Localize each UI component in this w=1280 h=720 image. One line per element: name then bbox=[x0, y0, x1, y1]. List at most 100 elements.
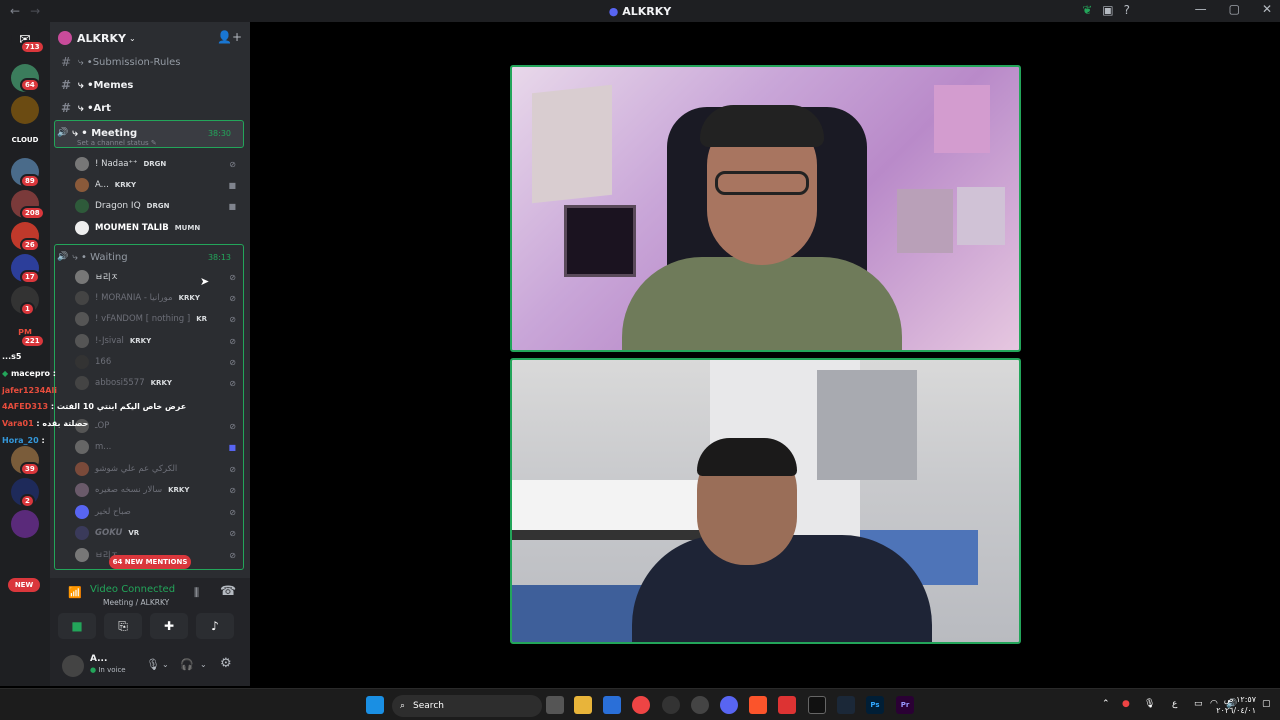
avatar bbox=[75, 462, 89, 476]
tray-app-icon[interactable]: ● bbox=[1122, 699, 1130, 709]
channel-name: Memes bbox=[93, 79, 134, 91]
premiere-icon[interactable]: Pr bbox=[896, 696, 914, 714]
language-indicator[interactable]: ع bbox=[1172, 699, 1177, 709]
taskbar-search[interactable]: ⌕ Search bbox=[392, 695, 542, 717]
server-avatar bbox=[58, 31, 72, 45]
soundboard-button[interactable]: ♪ bbox=[196, 613, 234, 639]
microphone-icon[interactable]: 🎙 bbox=[146, 658, 160, 671]
title-bar: ← → ● ALKRKY ❦ ▣ ? — ▢ ✕ bbox=[0, 0, 1280, 22]
channel-item[interactable]: # ⤷ • Art bbox=[54, 98, 244, 118]
camera-button[interactable]: ■ bbox=[58, 613, 96, 639]
server-badge: 26 bbox=[20, 238, 40, 252]
chat-line: 4AFED313 : عرض خاص اليكم ابنتي 10 الفتت bbox=[2, 402, 187, 411]
voice-user[interactable]: ㅂ리ㅈ ⊘ bbox=[75, 267, 240, 287]
chevron-down-icon[interactable]: ⌄ bbox=[200, 660, 207, 669]
chevron-down-icon[interactable]: ⌄ bbox=[162, 660, 169, 669]
app-icon[interactable] bbox=[662, 696, 680, 714]
voice-connection-panel: 📶 Video Connected Meeting / ALKRKY ⫼ ☎ ■… bbox=[50, 578, 250, 650]
voice-user[interactable]: !-Jsival KRKY ⊘ bbox=[75, 331, 240, 351]
display-icon[interactable]: ▭ bbox=[1194, 699, 1203, 709]
hash-icon: # bbox=[60, 78, 72, 92]
new-mentions-pill[interactable]: 64 NEW MENTIONS bbox=[109, 555, 191, 569]
photoshop-icon[interactable]: Ps bbox=[866, 696, 884, 714]
voice-user[interactable]: A... KRKY ■ bbox=[75, 175, 240, 195]
minimize-icon[interactable]: — bbox=[1195, 2, 1207, 16]
server-badge: 17 bbox=[20, 270, 40, 284]
voice-user[interactable]: ! Nadaa⁺⁺ DRGN ⊘ bbox=[75, 154, 240, 174]
server-header[interactable]: ALKRKY ⌄ 👤+ bbox=[50, 22, 250, 54]
plaque-image bbox=[532, 84, 612, 204]
brave-icon[interactable] bbox=[749, 696, 767, 714]
close-icon[interactable]: ✕ bbox=[1262, 2, 1272, 16]
app-icon[interactable] bbox=[778, 696, 796, 714]
file-explorer-icon[interactable] bbox=[574, 696, 592, 714]
headphones-icon[interactable]: 🎧 bbox=[180, 658, 194, 671]
help-icon[interactable]: ? bbox=[1124, 3, 1130, 17]
user-panel: A... ● In voice 🎙 ⌄ 🎧 ⌄ ⚙ bbox=[50, 650, 250, 686]
chat-line: ...s5 bbox=[2, 352, 22, 361]
clock-date: ٢٠٢٦/٠٤/٠١ bbox=[1216, 706, 1256, 715]
windows-taskbar: ⌕ Search Ps Pr ⌃ ● 🎙 ع ▭ ◠ 🔊 ١٢:٥٧ ص ٢٠٢٦… bbox=[0, 688, 1280, 720]
voice-channel-meeting[interactable]: 🔊 ⤷ • Meeting 38:30 Set a channel status… bbox=[54, 120, 244, 148]
voice-user[interactable]: MOUMEN TALIB MUMN bbox=[75, 218, 240, 238]
voice-status[interactable]: Video Connected bbox=[90, 584, 175, 595]
invite-icon[interactable]: 👤+ bbox=[217, 30, 242, 44]
voice-user[interactable]: صباح لخير ⊘ bbox=[75, 502, 240, 522]
user-name: ! Nadaa⁺⁺ bbox=[95, 159, 138, 169]
windows-start-icon[interactable] bbox=[366, 696, 384, 714]
server-icon[interactable]: CLOUD bbox=[11, 126, 39, 154]
tray-chevron-icon[interactable]: ⌃ bbox=[1102, 699, 1110, 709]
voice-user[interactable]: ! vFANDOM [ nothing ] KR ⊘ bbox=[75, 309, 240, 329]
deafened-icon: ⊘ bbox=[229, 314, 236, 324]
user-name: ㅂ리ㅈ bbox=[95, 273, 119, 283]
screen-share-button[interactable]: ⎘ bbox=[104, 613, 142, 639]
disconnect-icon[interactable]: ☎ bbox=[220, 584, 236, 599]
inbox-icon[interactable]: ▣ bbox=[1102, 3, 1113, 17]
channel-status-hint[interactable]: Set a channel status ✎ bbox=[77, 139, 157, 147]
capcut-icon[interactable] bbox=[808, 696, 826, 714]
user-tag: VR bbox=[128, 529, 140, 537]
notification-icon[interactable]: ▢ bbox=[1262, 699, 1271, 709]
chat-line: ◆ macepro : bbox=[2, 369, 56, 378]
user-name: ! vFANDOM [ nothing ] bbox=[95, 314, 191, 324]
nitro-leaf-icon[interactable]: ❦ bbox=[1082, 3, 1092, 17]
voice-user[interactable]: الكركي عم علي شوشو ⊘ bbox=[75, 459, 240, 479]
chrome-icon[interactable] bbox=[632, 696, 650, 714]
channel-item[interactable]: # ⤷ • Submission-Rules bbox=[54, 52, 244, 72]
tray-mic-icon[interactable]: 🎙 bbox=[1144, 699, 1155, 709]
channel-label: ⤷ • bbox=[78, 79, 94, 91]
app-icon[interactable] bbox=[691, 696, 709, 714]
camera-icon: ■ bbox=[228, 180, 236, 190]
shelf-image bbox=[897, 189, 953, 253]
system-clock[interactable]: ١٢:٥٧ ص ٢٠٢٦/٠٤/٠١ bbox=[1216, 694, 1256, 716]
server-icon[interactable] bbox=[11, 510, 39, 538]
clock-time: ١٢:٥٧ ص bbox=[1223, 695, 1256, 704]
deafened-icon: ⊘ bbox=[229, 378, 236, 388]
user-tag: KRKY bbox=[178, 294, 200, 302]
user-tag: KRKY bbox=[114, 181, 137, 189]
mouse-cursor: ➤ bbox=[200, 275, 210, 288]
store-icon[interactable] bbox=[603, 696, 621, 714]
video-tile[interactable] bbox=[510, 358, 1021, 644]
gear-icon[interactable]: ⚙ bbox=[220, 656, 232, 671]
voice-user[interactable]: سالار نسخه صغيره KRKY ⊘ bbox=[75, 480, 240, 500]
noise-suppression-icon[interactable]: ⫼ bbox=[194, 586, 199, 600]
deafened-icon: ⊘ bbox=[229, 528, 236, 538]
server-badge: 39 bbox=[20, 462, 40, 476]
avatar[interactable] bbox=[62, 655, 84, 677]
steam-icon[interactable] bbox=[837, 696, 855, 714]
video-tile[interactable] bbox=[510, 65, 1021, 352]
new-unreads-pill[interactable]: NEW bbox=[8, 578, 40, 592]
user-tag: MUMN bbox=[174, 224, 201, 232]
glasses bbox=[715, 171, 809, 195]
server-icon[interactable] bbox=[11, 96, 39, 124]
voice-user[interactable]: GOKU VR ⊘ bbox=[75, 523, 240, 543]
task-view-icon[interactable] bbox=[546, 696, 564, 714]
activities-button[interactable]: ✚ bbox=[150, 613, 188, 639]
camera-icon: ■ bbox=[228, 201, 236, 211]
channel-item[interactable]: # ⤷ • Memes bbox=[54, 75, 244, 95]
maximize-icon[interactable]: ▢ bbox=[1229, 2, 1240, 16]
voice-user[interactable]: Dragon IQ DRGN ■ bbox=[75, 196, 240, 216]
discord-icon[interactable] bbox=[720, 696, 738, 714]
voice-user[interactable]: ! MORANIA - مورانيا KRKY ⊘ bbox=[75, 288, 240, 308]
